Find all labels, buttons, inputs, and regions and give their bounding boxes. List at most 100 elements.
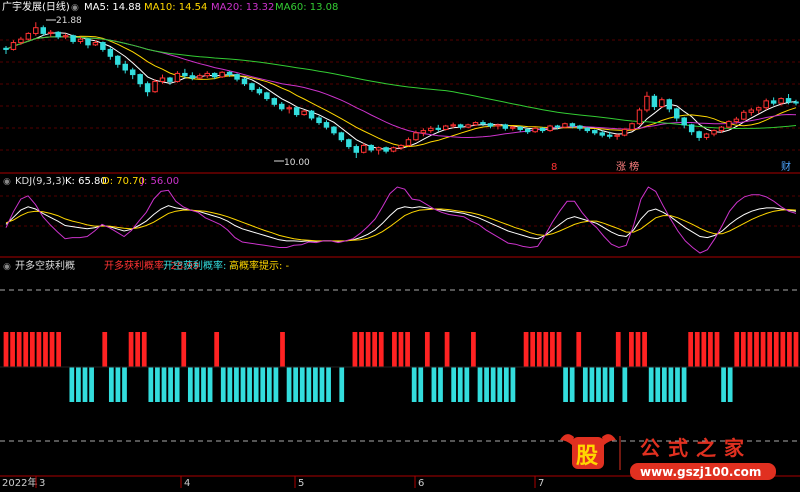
candle — [137, 73, 143, 88]
long-bar — [530, 332, 536, 367]
event-marker-1[interactable]: 8 — [551, 162, 557, 173]
candle-body — [375, 147, 382, 151]
long-bar — [56, 332, 62, 367]
kdj-j-label: J: 56.00 — [140, 176, 179, 187]
candle-body — [241, 78, 248, 85]
candle-body — [331, 126, 337, 134]
short-bar — [82, 367, 88, 402]
candle — [264, 91, 270, 101]
short-bar — [89, 367, 94, 402]
candle-body — [413, 132, 419, 141]
candle-body — [539, 127, 546, 132]
long-bar — [629, 332, 634, 367]
candle-body — [510, 126, 516, 129]
candle-body — [770, 100, 777, 104]
long-bar — [141, 332, 147, 367]
candle — [696, 130, 702, 141]
long-bar — [49, 332, 55, 367]
short-bar — [477, 367, 483, 402]
candle-body — [10, 42, 17, 50]
candle-body — [100, 42, 106, 50]
candle — [55, 31, 61, 40]
long-bar — [398, 332, 404, 367]
candle — [107, 47, 114, 60]
long-bar — [102, 332, 108, 367]
watermark-url: www.gszj100.com — [640, 465, 761, 479]
kdj-settings-icon[interactable]: ◉ — [3, 177, 11, 187]
candle-body — [621, 128, 628, 136]
short-bar — [681, 367, 687, 402]
candle — [748, 107, 755, 116]
short-bar — [122, 367, 127, 402]
kdj-d-label: D: 70.70 — [102, 176, 145, 187]
short-bar — [596, 367, 601, 402]
chart-root: 21.88 10.00 8 涨 榜 财 广宇发展(日线) ◉ MA5: 14.8… — [0, 0, 800, 489]
candle-body — [480, 122, 486, 125]
kdj-k-label: K: 65.80 — [65, 176, 107, 187]
long-bar — [359, 332, 364, 367]
candle — [681, 116, 687, 129]
candle-body — [614, 134, 620, 137]
long-bar — [635, 332, 641, 367]
strategy-panel-header: ◉ 开多空获利概 开多获利概率: 28.99 开空获利概率: - 高概率提示: … — [3, 259, 290, 272]
candle-body — [659, 99, 665, 108]
ma20-label: MA20: 13.32 — [211, 2, 274, 13]
long-bar — [747, 332, 753, 367]
candle — [152, 79, 158, 93]
event-marker-finance[interactable]: 财 — [781, 160, 791, 173]
strategy-title[interactable]: 开多空获利概 — [15, 259, 75, 272]
candle — [442, 124, 449, 131]
candle — [524, 128, 531, 134]
short-bar — [563, 367, 568, 402]
candle — [40, 25, 46, 36]
short-bar — [675, 367, 680, 402]
short-bar — [464, 367, 470, 402]
candle — [368, 144, 374, 153]
short-bar — [602, 367, 608, 402]
ma-settings-icon[interactable]: ◉ — [71, 3, 79, 13]
high-probability-hint-label: 高概率提示: - — [229, 259, 290, 272]
long-bar — [29, 332, 35, 367]
main-panel-header: 广宇发展(日线) ◉ MA5: 14.88 MA10: 14.54 MA20: … — [2, 0, 338, 13]
short-bar — [273, 367, 279, 402]
candle — [129, 67, 136, 80]
candle — [316, 115, 322, 125]
candle-body — [778, 98, 784, 104]
long-bar — [10, 332, 15, 367]
long-bar — [550, 332, 555, 367]
long-bar — [280, 332, 285, 367]
short-bar — [457, 367, 463, 402]
short-bar — [609, 367, 615, 402]
candle — [234, 73, 240, 82]
event-marker-limit-up[interactable]: 涨 榜 — [616, 160, 639, 173]
long-bar — [615, 332, 621, 367]
candle-body — [264, 92, 270, 100]
candle-body — [62, 35, 69, 38]
candle-body — [55, 31, 61, 38]
candle-body — [599, 132, 605, 136]
kdj-title[interactable]: KDJ(9,3,3) — [15, 176, 66, 187]
stock-chart[interactable]: 21.88 10.00 8 涨 榜 财 广宇发展(日线) ◉ MA5: 14.8… — [0, 0, 800, 489]
candle-body — [77, 38, 84, 42]
candle-body — [353, 146, 360, 153]
candle-body — [279, 103, 285, 110]
candle — [517, 126, 523, 132]
candle — [383, 146, 389, 154]
long-bar — [773, 332, 779, 367]
candle-body — [249, 83, 255, 90]
long-bar — [740, 332, 746, 367]
candle — [279, 102, 285, 112]
long-bar — [378, 332, 384, 367]
candle — [703, 132, 710, 140]
short-bar — [148, 367, 154, 402]
stock-title[interactable]: 广宇发展(日线) — [2, 0, 70, 13]
long-bar — [556, 332, 562, 367]
candle-body — [70, 35, 76, 42]
candle-body — [174, 72, 181, 82]
candle-body — [577, 125, 583, 129]
candle-body — [219, 71, 225, 78]
candle — [711, 129, 717, 137]
strategy-settings-icon[interactable]: ◉ — [3, 262, 11, 272]
candle — [353, 144, 360, 158]
candle-body — [554, 125, 561, 128]
